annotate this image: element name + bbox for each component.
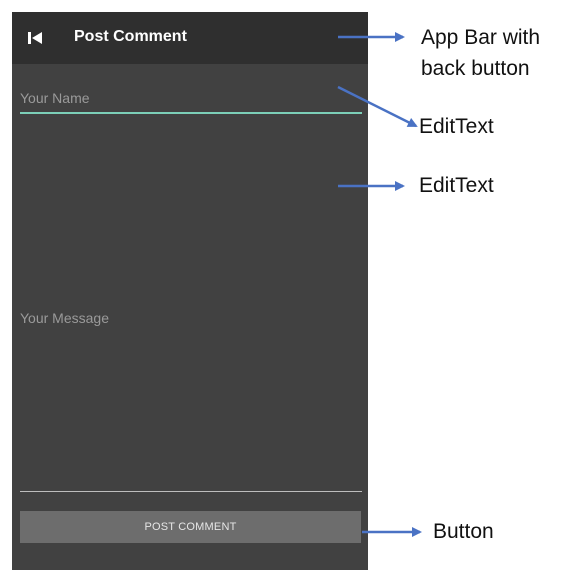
label-app-bar-line2: back button [421,57,530,80]
label-button: Button [433,520,494,543]
arrow-name-edittext [337,85,418,128]
label-app-bar-line1: App Bar with [421,26,541,49]
label-name-edittext: EditText [419,115,494,138]
annotated-screenshot: Post Comment POST COMMENT App Bar with b… [0,0,570,570]
annotation-arrows [337,32,422,537]
label-message-edittext: EditText [419,174,494,197]
